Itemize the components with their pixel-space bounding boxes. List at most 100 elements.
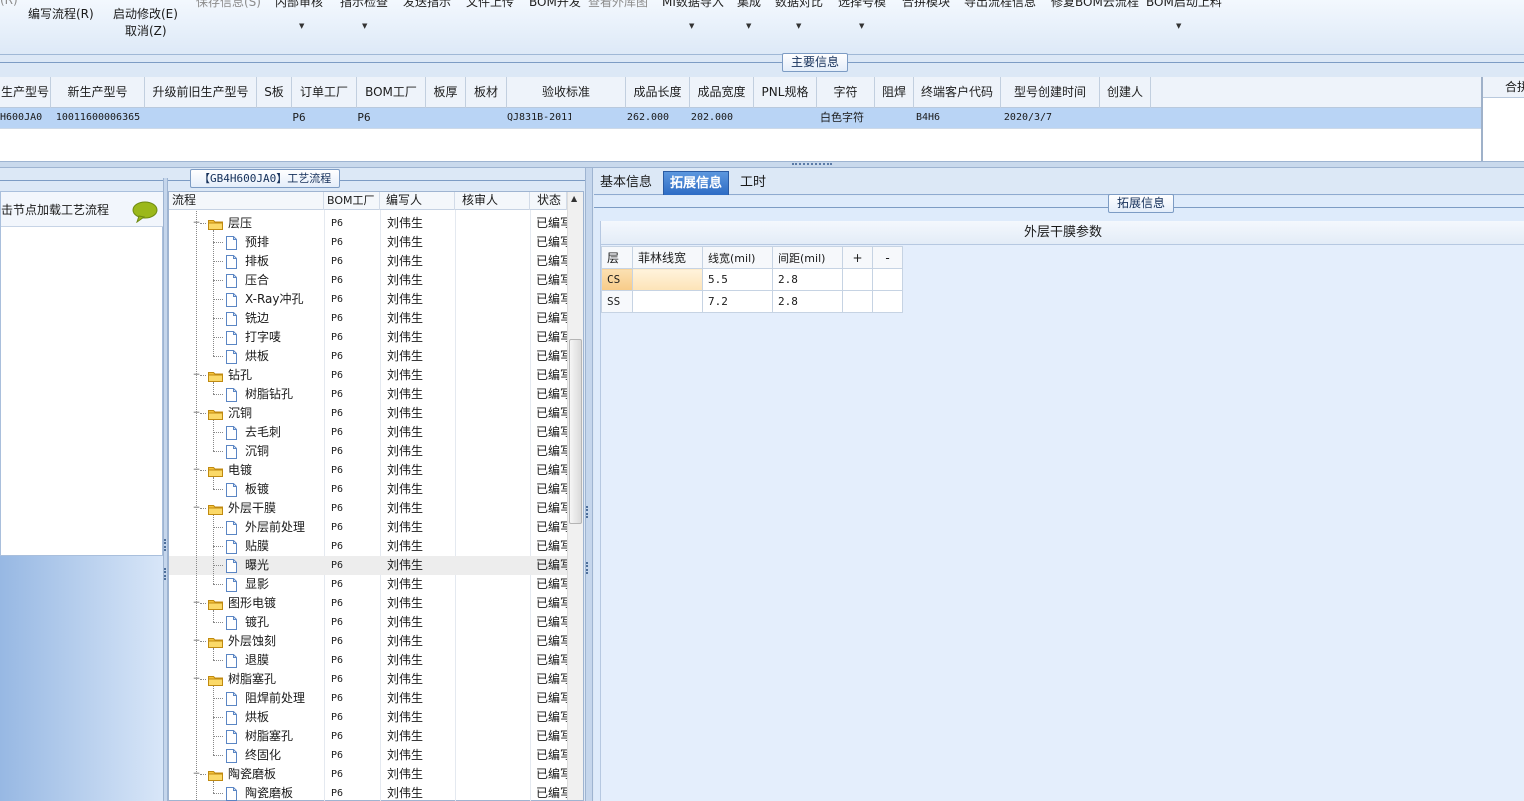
- col-header-standard[interactable]: 验收标准: [507, 77, 626, 108]
- col-header-new-model[interactable]: 新生产型号: [51, 77, 145, 108]
- tree-row[interactable]: 打字唛 P6 刘伟生 已编写: [169, 328, 567, 347]
- splitter-grip-icon[interactable]: [586, 506, 589, 518]
- tree-row[interactable]: 烘板 P6 刘伟生 已编写: [169, 708, 567, 727]
- scroll-up-arrow-icon[interactable]: ▲: [571, 194, 577, 203]
- tab-extended-info[interactable]: 拓展信息: [663, 171, 730, 195]
- params-cell-spacing[interactable]: 2.8: [772, 290, 843, 313]
- tree-row[interactable]: 外层前处理 P6 刘伟生 已编写: [169, 518, 567, 537]
- tree-row[interactable]: − 陶瓷磨板 P6 刘伟生 已编写: [169, 765, 567, 784]
- tree-row[interactable]: − 图形电镀 P6 刘伟生 已编写: [169, 594, 567, 613]
- splitter-grip-icon[interactable]: [164, 568, 167, 580]
- tab-basic-info[interactable]: 基本信息: [594, 171, 658, 195]
- ribbon-send[interactable]: 发送指示: [403, 0, 451, 10]
- tree-row[interactable]: 铣边 P6 刘伟生 已编写: [169, 309, 567, 328]
- params-col-layer[interactable]: 层: [601, 246, 633, 269]
- ribbon-view-outer[interactable]: 查看外库图: [588, 0, 648, 10]
- col-header-creator[interactable]: 创建人: [1100, 77, 1151, 108]
- tree-row[interactable]: 镀孔 P6 刘伟生 已编写: [169, 613, 567, 632]
- tree-row[interactable]: 树脂钻孔 P6 刘伟生 已编写: [169, 385, 567, 404]
- tree-col-bom-factory[interactable]: BOM工厂: [324, 192, 380, 210]
- tree-row[interactable]: 退膜 P6 刘伟生 已编写: [169, 651, 567, 670]
- params-cell-layer[interactable]: SS: [601, 290, 633, 313]
- add-row-button[interactable]: +: [842, 246, 873, 269]
- tab-work-hours[interactable]: 工时: [734, 171, 772, 195]
- cell-created-time[interactable]: 2020/3/7: [1001, 108, 1055, 129]
- splitter-grip-icon[interactable]: [164, 539, 167, 551]
- col-header-created-time[interactable]: 型号创建时间: [1001, 77, 1100, 108]
- ribbon-merge-module[interactable]: 合拼模块: [902, 0, 950, 10]
- tree-row[interactable]: X-Ray冲孔 P6 刘伟生 已编写: [169, 290, 567, 309]
- col-header-bom-factory[interactable]: BOM工厂: [357, 77, 426, 108]
- cell-product-model[interactable]: H600JA0: [0, 108, 51, 129]
- dropdown-arrow-icon[interactable]: ▼: [859, 22, 864, 30]
- cell-standard[interactable]: QJ831B-2011: [507, 108, 571, 129]
- chat-bubble-icon[interactable]: [131, 201, 159, 223]
- ribbon-bom-start[interactable]: BOM启动上料: [1146, 0, 1222, 10]
- params-cell-film-width[interactable]: [632, 268, 703, 291]
- scrollbar-thumb[interactable]: [569, 339, 582, 524]
- cell-character[interactable]: 白色字符: [817, 108, 867, 129]
- dropdown-arrow-icon[interactable]: ▼: [689, 22, 694, 30]
- col-header-pnl[interactable]: PNL规格: [754, 77, 817, 108]
- cancel-button[interactable]: 取消(Z): [125, 22, 167, 39]
- ribbon-check[interactable]: 指示检查: [340, 0, 388, 10]
- col-header-order-factory[interactable]: 订单工厂: [292, 77, 357, 108]
- start-modify-button[interactable]: 启动修改(E): [113, 5, 178, 22]
- dropdown-arrow-icon[interactable]: ▼: [299, 22, 304, 30]
- table-row[interactable]: SS 7.2 2.8: [601, 290, 903, 313]
- ribbon-repair-bom[interactable]: 修复BOM云流程: [1051, 0, 1139, 10]
- tree-row[interactable]: − 层压 P6 刘伟生 已编写: [169, 214, 567, 233]
- col-header-s-board[interactable]: S板: [257, 77, 292, 108]
- col-header-solder-mask[interactable]: 阻焊: [875, 77, 914, 108]
- ribbon-integrate[interactable]: 集成: [737, 0, 761, 10]
- ribbon-mi-import[interactable]: MI数据导入: [662, 0, 724, 10]
- tree-col-status[interactable]: 状态: [530, 192, 567, 210]
- params-cell-line-width[interactable]: 5.5: [702, 268, 773, 291]
- remove-row-button[interactable]: -: [872, 246, 903, 269]
- tree-row[interactable]: 排板 P6 刘伟生 已编写: [169, 252, 567, 271]
- cell-width[interactable]: 202.000: [690, 108, 734, 129]
- params-col-line-width[interactable]: 线宽(mil): [702, 246, 773, 269]
- params-cell-minus[interactable]: [872, 268, 903, 291]
- ribbon-item-partial[interactable]: (R): [0, 0, 18, 7]
- horizontal-splitter[interactable]: [0, 161, 1524, 168]
- table-row[interactable]: CS 5.5 2.8: [601, 268, 903, 291]
- ribbon-internal-review[interactable]: 内部审核: [275, 0, 323, 10]
- tree-row[interactable]: − 电镀 P6 刘伟生 已编写: [169, 461, 567, 480]
- cell-order-factory[interactable]: P6: [292, 108, 306, 129]
- table-row[interactable]: H600JA0 10011600006365 P6 P6 QJ831B-2011…: [0, 108, 1481, 129]
- ribbon-data-compare[interactable]: 数据对比: [775, 0, 823, 10]
- side-grid-header[interactable]: 合拼: [1483, 77, 1524, 98]
- tree-row[interactable]: 预排 P6 刘伟生 已编写: [169, 233, 567, 252]
- tree-row[interactable]: 板镀 P6 刘伟生 已编写: [169, 480, 567, 499]
- ribbon-save-info[interactable]: 保存信息(S): [196, 0, 261, 10]
- splitter-grip-icon[interactable]: [792, 163, 832, 166]
- tree-row[interactable]: 阻焊前处理 P6 刘伟生 已编写: [169, 689, 567, 708]
- tree-row[interactable]: 陶瓷磨板 P6 刘伟生 已编写: [169, 784, 567, 801]
- tree-row[interactable]: 贴膜 P6 刘伟生 已编写: [169, 537, 567, 556]
- col-header-thickness[interactable]: 板厚: [426, 77, 466, 108]
- dropdown-arrow-icon[interactable]: ▼: [1176, 22, 1181, 30]
- tree-row[interactable]: 曝光 P6 刘伟生 已编写: [169, 556, 567, 575]
- cell-new-model[interactable]: 10011600006365: [51, 108, 145, 129]
- tree-row[interactable]: 沉铜 P6 刘伟生 已编写: [169, 442, 567, 461]
- params-col-film-width[interactable]: 菲林线宽: [632, 246, 703, 269]
- ribbon-select-model[interactable]: 选择号模: [838, 0, 886, 10]
- tree-row[interactable]: 烘板 P6 刘伟生 已编写: [169, 347, 567, 366]
- tree-col-writer[interactable]: 编写人: [380, 192, 455, 210]
- col-header-product-model[interactable]: 生产型号: [0, 77, 51, 108]
- col-header-length[interactable]: 成品长度: [626, 77, 690, 108]
- params-col-spacing[interactable]: 间距(mil): [772, 246, 843, 269]
- params-cell-line-width[interactable]: 7.2: [702, 290, 773, 313]
- tree-row[interactable]: 压合 P6 刘伟生 已编写: [169, 271, 567, 290]
- tree-row[interactable]: 去毛刺 P6 刘伟生 已编写: [169, 423, 567, 442]
- col-header-width[interactable]: 成品宽度: [690, 77, 754, 108]
- tree-row[interactable]: − 沉铜 P6 刘伟生 已编写: [169, 404, 567, 423]
- dropdown-arrow-icon[interactable]: ▼: [362, 22, 367, 30]
- tree-row[interactable]: 终固化 P6 刘伟生 已编写: [169, 746, 567, 765]
- edit-process-button[interactable]: 编写流程(R): [28, 5, 94, 22]
- ribbon-bom-dev[interactable]: BOM开发: [529, 0, 581, 10]
- ribbon-upload[interactable]: 文件上传: [466, 0, 514, 10]
- vertical-splitter[interactable]: [585, 168, 593, 801]
- col-header-character[interactable]: 字符: [817, 77, 875, 108]
